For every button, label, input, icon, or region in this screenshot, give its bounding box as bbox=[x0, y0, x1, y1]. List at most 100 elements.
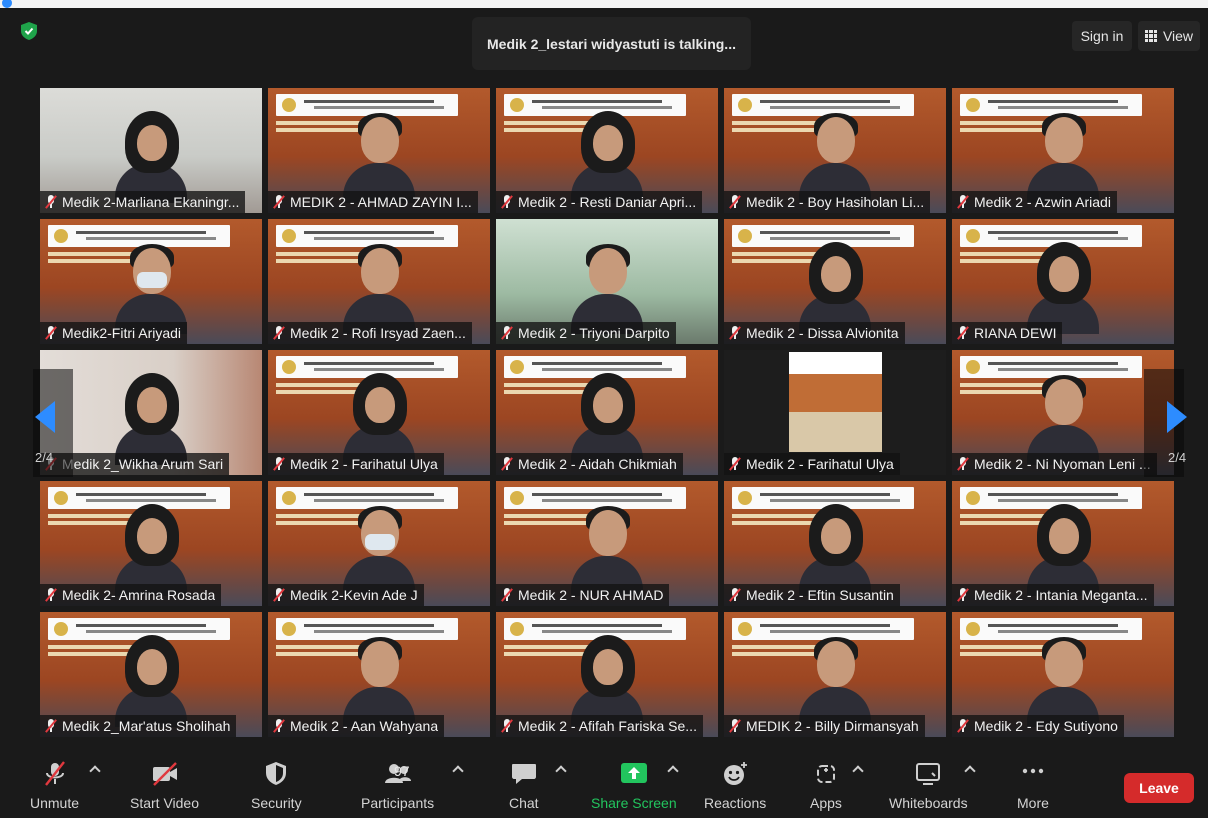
participant-name: Medik 2- Amrina Rosada bbox=[62, 587, 216, 603]
participant-name: Medik 2 - Intania Meganta... bbox=[974, 587, 1148, 603]
participant-tile[interactable]: RIANA DEWI bbox=[952, 219, 1174, 344]
participant-tile[interactable]: Medik 2-Marliana Ekaningr... bbox=[40, 88, 262, 213]
share-screen-button[interactable]: Share Screen bbox=[591, 761, 677, 811]
arrow-left-icon bbox=[35, 401, 55, 433]
chat-bubble-icon bbox=[511, 764, 536, 784]
microphone-muted-icon bbox=[272, 326, 286, 340]
sign-in-button[interactable]: Sign in bbox=[1072, 21, 1132, 51]
participant-nametag: Medik 2- Amrina Rosada bbox=[40, 584, 222, 606]
participant-tile[interactable]: Medik 2 - Afifah Fariska Se... bbox=[496, 612, 718, 737]
participant-video-silhouette bbox=[115, 242, 187, 334]
participant-name: Medik 2 - Triyoni Darpito bbox=[518, 325, 670, 341]
reactions-smiley-icon bbox=[724, 762, 748, 785]
microphone-muted-icon bbox=[500, 588, 514, 602]
participant-tile[interactable]: Medik 2 - Rofi Irsyad Zaen... bbox=[268, 219, 490, 344]
microphone-muted-icon bbox=[728, 457, 742, 471]
security-label: Security bbox=[251, 795, 302, 811]
participant-tile[interactable]: Medik 2 - Edy Sutiyono bbox=[952, 612, 1174, 737]
start-video-label: Start Video bbox=[130, 795, 200, 811]
unmute-label: Unmute bbox=[30, 795, 80, 811]
participant-tile[interactable]: Medik2-Fitri Ariyadi bbox=[40, 219, 262, 344]
view-button[interactable]: View bbox=[1138, 21, 1200, 51]
participant-tile[interactable]: Medik 2_Mar'atus Sholihah bbox=[40, 612, 262, 737]
participant-tile[interactable]: MEDIK 2 - Billy Dirmansyah bbox=[724, 612, 946, 737]
participants-button[interactable]: 97 Participants bbox=[361, 761, 434, 811]
participant-tile[interactable]: Medik 2 - Boy Hasiholan Li... bbox=[724, 88, 946, 213]
participant-video-silhouette bbox=[343, 635, 415, 727]
participant-nametag: Medik 2 - Boy Hasiholan Li... bbox=[724, 191, 931, 213]
leave-meeting-button[interactable]: Leave bbox=[1124, 773, 1194, 803]
participant-video-silhouette bbox=[343, 111, 415, 203]
meeting-toolbar: Unmute Start Video Security 97 Participa… bbox=[0, 755, 1208, 818]
participant-nametag: Medik 2 - Farihatul Ulya bbox=[724, 453, 900, 475]
participant-tile[interactable]: Medik 2 - Ni Nyoman Leni ... bbox=[952, 350, 1174, 475]
whiteboards-button[interactable]: Whiteboards bbox=[889, 761, 968, 811]
participant-name: Medik 2 - NUR AHMAD bbox=[518, 587, 664, 603]
participant-name: Medik 2-Kevin Ade J bbox=[290, 587, 418, 603]
participant-tile[interactable]: Medik 2 - Aan Wahyana bbox=[268, 612, 490, 737]
microphone-muted-icon bbox=[44, 719, 58, 733]
microphone-muted-icon bbox=[728, 195, 742, 209]
participant-video-silhouette bbox=[343, 373, 415, 465]
participant-tile[interactable]: Medik 2 - Eftin Susantin bbox=[724, 481, 946, 606]
chat-options-chevron-icon[interactable] bbox=[555, 765, 567, 777]
participant-name: Medik 2 - Resti Daniar Apri... bbox=[518, 194, 697, 210]
participant-nametag: Medik 2 - Afifah Fariska Se... bbox=[496, 715, 703, 737]
participant-tile[interactable]: Medik 2 - NUR AHMAD bbox=[496, 481, 718, 606]
participant-name: Medik 2 - Rofi Irsyad Zaen... bbox=[290, 325, 466, 341]
participant-tile[interactable]: Medik 2 - Aidah Chikmiah bbox=[496, 350, 718, 475]
participant-video-silhouette bbox=[115, 504, 187, 596]
microphone-muted-icon bbox=[728, 588, 742, 602]
participant-tile[interactable]: MEDIK 2 - AHMAD ZAYIN I... bbox=[268, 88, 490, 213]
participant-tile[interactable]: Medik 2 - Intania Meganta... bbox=[952, 481, 1174, 606]
participant-video-silhouette bbox=[1027, 373, 1099, 465]
participant-nametag: Medik 2 - Rofi Irsyad Zaen... bbox=[268, 322, 472, 344]
participant-nametag: Medik 2 - Triyoni Darpito bbox=[496, 322, 676, 344]
participant-name: RIANA DEWI bbox=[974, 325, 1057, 341]
participant-tile[interactable]: Medik 2- Amrina Rosada bbox=[40, 481, 262, 606]
participant-tile[interactable]: Medik 2 - Resti Daniar Apri... bbox=[496, 88, 718, 213]
apps-label: Apps bbox=[810, 795, 842, 811]
microphone-muted-icon bbox=[728, 719, 742, 733]
participant-name: MEDIK 2 - AHMAD ZAYIN I... bbox=[290, 194, 472, 210]
participant-tile[interactable]: Medik 2 - Dissa Alvionita bbox=[724, 219, 946, 344]
chat-button[interactable]: Chat bbox=[509, 761, 539, 811]
grid-view-icon bbox=[1144, 30, 1157, 42]
participant-video-silhouette bbox=[571, 373, 643, 465]
participant-tile[interactable]: Medik 2 - Triyoni Darpito bbox=[496, 219, 718, 344]
participant-nametag: Medik 2 - Aidah Chikmiah bbox=[496, 453, 683, 475]
participant-tile[interactable]: Medik 2-Kevin Ade J bbox=[268, 481, 490, 606]
participant-video-silhouette bbox=[343, 242, 415, 334]
apps-options-chevron-icon[interactable] bbox=[852, 765, 864, 777]
reactions-label: Reactions bbox=[704, 795, 767, 811]
participant-name: Medik2-Fitri Ariyadi bbox=[62, 325, 182, 341]
reactions-button[interactable]: Reactions bbox=[704, 761, 766, 811]
apps-button[interactable]: Apps bbox=[810, 761, 842, 811]
participant-nametag: Medik 2 - NUR AHMAD bbox=[496, 584, 670, 606]
microphone-muted-icon bbox=[44, 761, 65, 786]
participant-tile[interactable]: Medik 2 - Azwin Ariadi bbox=[952, 88, 1174, 213]
start-video-button[interactable]: Start Video bbox=[130, 761, 199, 811]
participant-nametag: Medik 2 - Resti Daniar Apri... bbox=[496, 191, 703, 213]
microphone-muted-icon bbox=[272, 195, 286, 209]
microphone-muted-icon bbox=[500, 719, 514, 733]
participant-video-silhouette bbox=[571, 242, 643, 334]
encryption-shield-icon[interactable] bbox=[21, 22, 37, 40]
participant-tile[interactable]: Medik 2 - Farihatul Ulya bbox=[724, 350, 946, 475]
chat-label: Chat bbox=[509, 795, 539, 811]
participant-video-silhouette bbox=[1027, 635, 1099, 727]
participants-label: Participants bbox=[361, 795, 435, 811]
participant-tile[interactable]: Medik 2 - Farihatul Ulya bbox=[268, 350, 490, 475]
participant-nametag: RIANA DEWI bbox=[952, 322, 1063, 344]
participant-video-silhouette bbox=[571, 635, 643, 727]
participant-name: Medik 2 - Edy Sutiyono bbox=[974, 718, 1118, 734]
participants-options-chevron-icon[interactable] bbox=[452, 765, 464, 777]
participant-tile[interactable]: Medik 2_Wikha Arum Sari bbox=[40, 350, 262, 475]
participant-nametag: Medik 2 - Intania Meganta... bbox=[952, 584, 1154, 606]
security-button[interactable]: Security bbox=[251, 761, 302, 811]
audio-options-chevron-icon[interactable] bbox=[89, 765, 101, 777]
microphone-muted-icon bbox=[44, 588, 58, 602]
participant-video-silhouette bbox=[343, 504, 415, 596]
more-button[interactable]: More bbox=[1017, 761, 1049, 811]
unmute-button[interactable]: Unmute bbox=[30, 761, 79, 811]
